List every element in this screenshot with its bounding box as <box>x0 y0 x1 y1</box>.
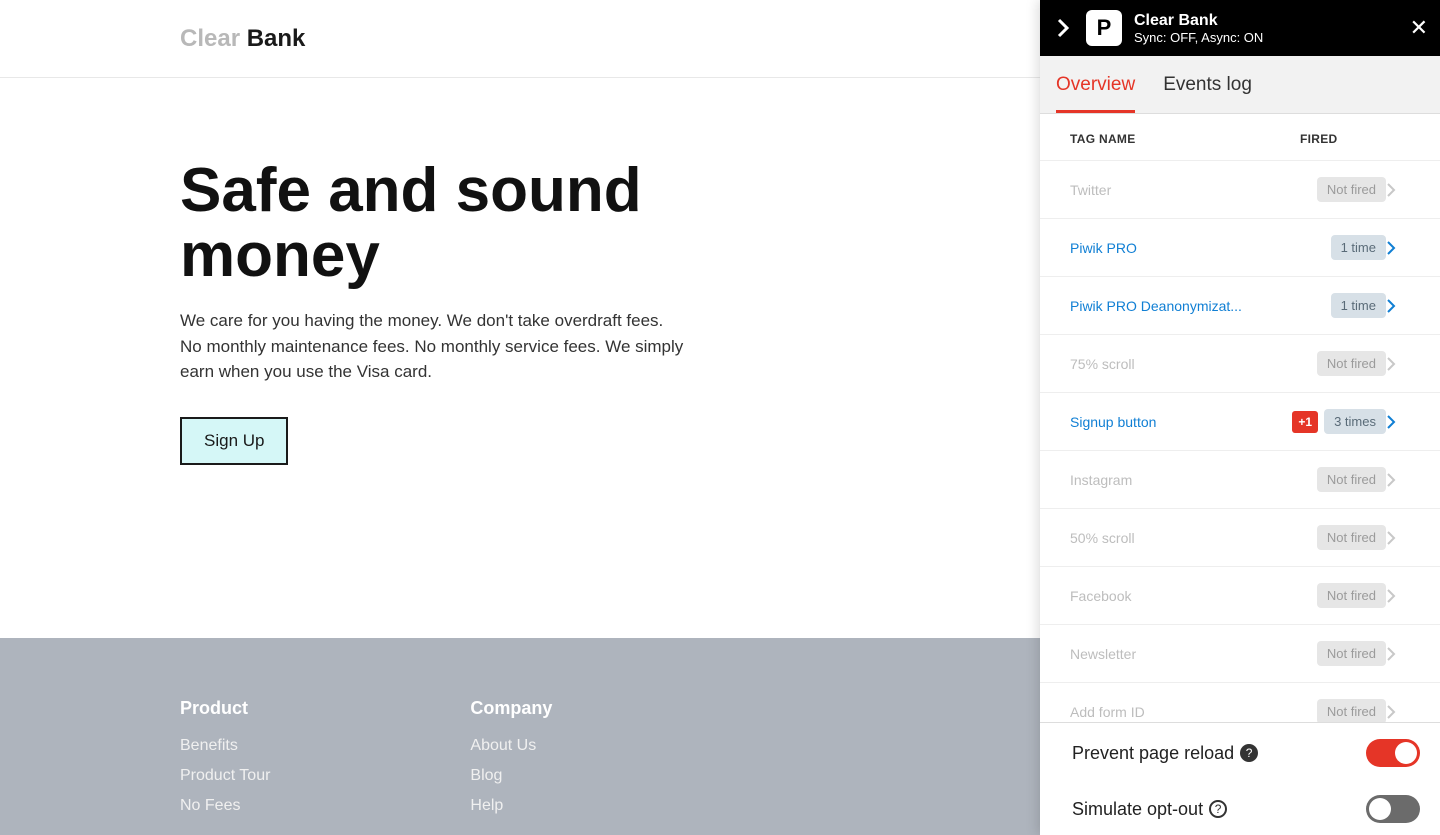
chevron-right-icon <box>1386 357 1410 371</box>
close-icon[interactable]: ✕ <box>1410 15 1428 41</box>
fired-badge: Not fired <box>1317 583 1386 608</box>
chevron-right-icon <box>1386 299 1410 313</box>
tag-row[interactable]: Piwik PRO Deanonymizat...1 time <box>1040 276 1440 334</box>
tab-events-log[interactable]: Events log <box>1163 56 1252 113</box>
footer-col-company: Company About Us Blog Help <box>470 698 552 827</box>
fired-badge: Not fired <box>1317 699 1386 722</box>
footer-link[interactable]: Product Tour <box>180 767 270 785</box>
chevron-right-icon <box>1386 241 1410 255</box>
tab-overview[interactable]: Overview <box>1056 56 1135 113</box>
chevron-right-icon <box>1386 531 1410 545</box>
tag-row[interactable]: 50% scrollNot fired <box>1040 508 1440 566</box>
tag-row-name: 75% scroll <box>1070 356 1317 372</box>
th-fired: FIRED <box>1300 132 1410 146</box>
setting-prevent-label: Prevent page reload <box>1072 743 1234 764</box>
logo[interactable]: Clear Bank <box>180 25 305 53</box>
tag-row-name: Signup button <box>1070 414 1292 430</box>
chevron-right-icon <box>1386 589 1410 603</box>
tag-row[interactable]: InstagramNot fired <box>1040 450 1440 508</box>
tag-row-name: Twitter <box>1070 182 1317 198</box>
tag-row[interactable]: Add form IDNot fired <box>1040 682 1440 722</box>
tag-row-name: Add form ID <box>1070 704 1317 720</box>
logo-light: Clear <box>180 25 240 52</box>
help-icon[interactable]: ? <box>1240 744 1258 762</box>
footer-link[interactable]: About Us <box>470 737 552 755</box>
setting-simulate-optout: Simulate opt-out ? <box>1040 779 1440 835</box>
setting-prevent-reload: Prevent page reload ? <box>1040 723 1440 779</box>
tag-row[interactable]: 75% scrollNot fired <box>1040 334 1440 392</box>
toggle-simulate-optout[interactable] <box>1366 795 1420 823</box>
tag-rows: TwitterNot firedPiwik PRO1 timePiwik PRO… <box>1040 160 1440 722</box>
th-tag-name: TAG NAME <box>1070 132 1300 146</box>
table-header: TAG NAME FIRED <box>1040 114 1440 160</box>
chevron-right-icon <box>1386 647 1410 661</box>
tag-plus-badge: +1 <box>1292 411 1318 433</box>
fired-badge: Not fired <box>1317 177 1386 202</box>
chevron-right-icon[interactable] <box>1052 17 1074 39</box>
footer-link[interactable]: Benefits <box>180 737 270 755</box>
tag-row[interactable]: FacebookNot fired <box>1040 566 1440 624</box>
piwik-logo-icon: P <box>1086 10 1122 46</box>
toggle-prevent-reload[interactable] <box>1366 739 1420 767</box>
setting-simulate-label: Simulate opt-out <box>1072 799 1203 820</box>
tag-row-name: Piwik PRO <box>1070 240 1331 256</box>
footer-link[interactable]: No Fees <box>180 797 270 815</box>
panel-header: P Clear Bank Sync: OFF, Async: ON ✕ <box>1040 0 1440 56</box>
chevron-right-icon <box>1386 705 1410 719</box>
fired-badge: 3 times <box>1324 409 1386 434</box>
fired-badge: 1 time <box>1331 235 1386 260</box>
tag-row[interactable]: TwitterNot fired <box>1040 160 1440 218</box>
chevron-right-icon <box>1386 183 1410 197</box>
footer-col-product: Product Benefits Product Tour No Fees <box>180 698 270 827</box>
fired-badge: Not fired <box>1317 351 1386 376</box>
signup-button[interactable]: Sign Up <box>180 417 288 465</box>
hero-title: Safe and sound money <box>180 158 780 288</box>
panel-settings: Prevent page reload ? Simulate opt-out ? <box>1040 722 1440 835</box>
tag-row-name: Facebook <box>1070 588 1317 604</box>
fired-badge: 1 time <box>1331 293 1386 318</box>
chevron-right-icon <box>1386 473 1410 487</box>
panel-title: Clear Bank <box>1134 12 1398 30</box>
help-icon[interactable]: ? <box>1209 800 1227 818</box>
panel-subtitle: Sync: OFF, Async: ON <box>1134 30 1398 45</box>
tag-row[interactable]: Piwik PRO1 time <box>1040 218 1440 276</box>
tag-row[interactable]: Signup button+1 3 times <box>1040 392 1440 450</box>
tag-row-name: Instagram <box>1070 472 1317 488</box>
fired-badge: Not fired <box>1317 525 1386 550</box>
panel-tabs: Overview Events log <box>1040 56 1440 114</box>
chevron-right-icon <box>1386 415 1410 429</box>
logo-dark: Bank <box>247 25 306 52</box>
tag-row-name: Newsletter <box>1070 646 1317 662</box>
hero-body: We care for you having the money. We don… <box>180 308 685 385</box>
tag-row[interactable]: NewsletterNot fired <box>1040 624 1440 682</box>
fired-badge: Not fired <box>1317 641 1386 666</box>
footer-link[interactable]: Blog <box>470 767 552 785</box>
tag-row-name: 50% scroll <box>1070 530 1317 546</box>
debug-panel: P Clear Bank Sync: OFF, Async: ON ✕ Over… <box>1040 0 1440 835</box>
fired-badge: Not fired <box>1317 467 1386 492</box>
tag-row-name: Piwik PRO Deanonymizat... <box>1070 298 1331 314</box>
panel-title-box: Clear Bank Sync: OFF, Async: ON <box>1134 12 1398 45</box>
footer-link[interactable]: Help <box>470 797 552 815</box>
footer-company-title: Company <box>470 698 552 719</box>
footer-product-title: Product <box>180 698 270 719</box>
